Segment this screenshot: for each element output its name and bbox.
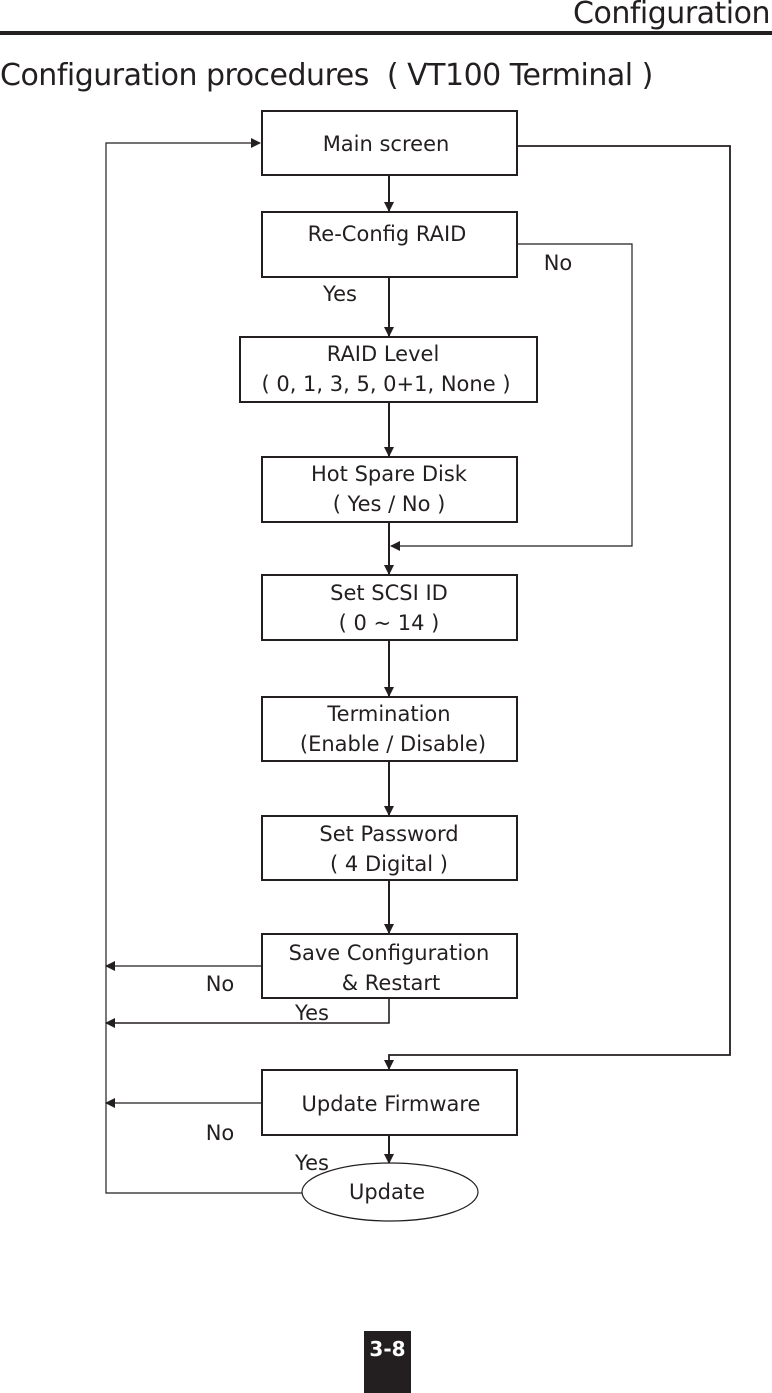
- node-save-line2: & Restart: [342, 971, 441, 995]
- label-save-yes: Yes: [294, 1001, 329, 1025]
- node-set-password: Set Password ( 4 Digital ): [261, 815, 518, 881]
- node-main-screen: Main screen: [261, 110, 518, 176]
- node-reconfig-raid-label: Re-Config RAID: [308, 222, 467, 246]
- node-raid-level-line1: RAID Level: [327, 342, 440, 366]
- label-firmware-no: No: [206, 1121, 235, 1145]
- node-termination-line2: (Enable / Disable): [300, 732, 486, 756]
- node-save-configuration: Save Configuration & Restart: [261, 933, 518, 999]
- node-hot-spare-line2: ( Yes / No ): [333, 492, 446, 516]
- node-termination: Termination (Enable / Disable): [261, 696, 518, 762]
- label-reconfig-no: No: [544, 251, 573, 275]
- node-hot-spare-line1: Hot Spare Disk: [311, 462, 468, 486]
- node-raid-level: RAID Level ( 0, 1, 3, 5, 0+1, None ): [239, 336, 538, 403]
- node-update-firmware-label: Update Firmware: [302, 1092, 481, 1116]
- page-number: 3-8: [369, 1337, 406, 1361]
- configuration-flowchart: Main screen Re-Config RAID RAID Level ( …: [105, 110, 731, 1222]
- node-update-label: Update: [349, 1180, 425, 1204]
- label-reconfig-yes: Yes: [322, 282, 357, 306]
- node-update-firmware: Update Firmware: [261, 1069, 518, 1136]
- label-firmware-yes: Yes: [294, 1151, 329, 1175]
- node-scsi-line1: Set SCSI ID: [330, 581, 448, 605]
- node-save-line1: Save Configuration: [289, 941, 490, 965]
- node-main-screen-label: Main screen: [323, 132, 450, 156]
- page-number-badge: 3-8: [364, 1331, 411, 1393]
- label-save-no: No: [206, 972, 235, 996]
- node-raid-level-line2: ( 0, 1, 3, 5, 0+1, None ): [261, 372, 510, 396]
- node-password-line1: Set Password: [319, 822, 458, 846]
- node-reconfig-raid: Re-Config RAID: [261, 211, 518, 278]
- node-password-line2: ( 4 Digital ): [330, 852, 448, 876]
- node-termination-line1: Termination: [326, 702, 450, 726]
- edge-update-return: [105, 138, 302, 1194]
- edge-save-yes: [105, 998, 390, 1028]
- node-hot-spare-disk: Hot Spare Disk ( Yes / No ): [261, 456, 518, 523]
- node-set-scsi-id: Set SCSI ID ( 0 ~ 14 ): [261, 574, 518, 641]
- node-scsi-line2: ( 0 ~ 14 ): [339, 611, 440, 635]
